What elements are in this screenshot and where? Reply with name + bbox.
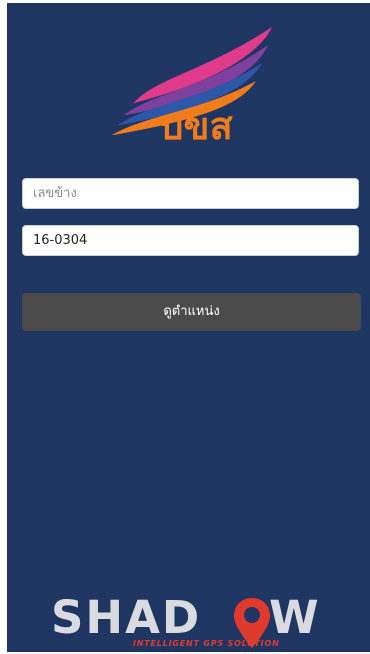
logo-text: บขส xyxy=(159,104,233,143)
plate-number-input[interactable] xyxy=(22,178,359,209)
shadow-tagline: INTELLIGENT GPS SOLUTION xyxy=(133,639,280,648)
bks-logo: บขส xyxy=(112,27,272,143)
login-screen: บขส ดูตำแหน่ง SHAD W INTELLIGENT GPS SOL… xyxy=(7,3,370,652)
vehicle-code-input[interactable] xyxy=(22,225,359,256)
view-location-button[interactable]: ดูตำแหน่ง xyxy=(22,293,361,331)
shadow-logo: SHAD W INTELLIGENT GPS SOLUTION xyxy=(47,588,337,652)
